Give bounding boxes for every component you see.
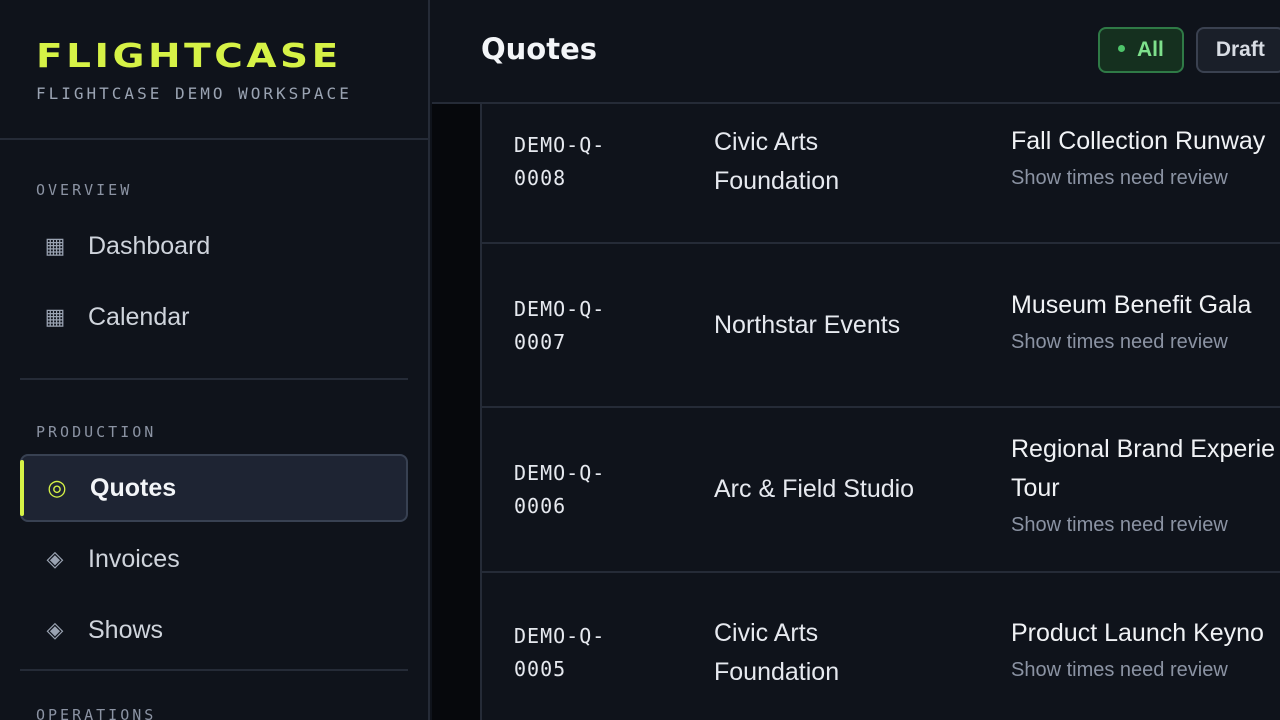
sidebar-item-shows[interactable]: ◈ Shows — [20, 596, 408, 664]
sidebar-item-label: Dashboard — [88, 231, 211, 260]
section-label-operations: OPERATIONS — [36, 706, 157, 720]
filter-label: All — [1137, 38, 1164, 61]
sidebar-item-invoices[interactable]: ◈ Invoices — [20, 525, 408, 593]
target-icon: ◎ — [47, 475, 67, 501]
diamond-icon: ◈ — [46, 546, 64, 572]
client-name-line: Foundation — [714, 658, 840, 686]
show-title[interactable]: Fall Collection Runway — [1011, 122, 1280, 161]
active-dot-icon — [1118, 44, 1125, 52]
quote-id: DEMO-Q- 0005 — [514, 620, 634, 686]
quotes-list: DEMO-Q- 0008 Civic Arts Foundation Fall … — [482, 104, 1280, 720]
nav-section-operations: OPERATIONS — [0, 671, 428, 720]
client-name: Northstar Events — [714, 306, 974, 345]
calendar-icon: ▦ — [44, 304, 66, 330]
sidebar-item-label: Quotes — [90, 473, 177, 502]
show-status-note: Show times need review — [1011, 659, 1228, 681]
page-title: Quotes — [481, 32, 598, 66]
show-cell: Fall Collection Runway Show times need r… — [1011, 122, 1280, 191]
quote-id-prefix: DEMO-Q- — [514, 297, 606, 321]
table-row[interactable]: DEMO-Q- 0006 Arc & Field Studio Regional… — [482, 408, 1280, 573]
sidebar-item-label: Calendar — [88, 302, 190, 331]
quote-id: DEMO-Q- 0007 — [514, 293, 634, 359]
brand-logo[interactable]: FLIGHTCASE — [36, 38, 428, 74]
section-label-overview: OVERVIEW — [36, 181, 133, 199]
nav-section-production: PRODUCTION ◎ Quotes ◈ Invoices ◈ Shows — [0, 380, 428, 664]
quote-id-prefix: DEMO-Q- — [514, 461, 606, 485]
table-row[interactable]: DEMO-Q- 0008 Civic Arts Foundation Fall … — [482, 104, 1280, 244]
client-name: Civic Arts Foundation — [714, 614, 974, 692]
show-cell: Product Launch Keyno Show times need rev… — [1011, 614, 1280, 683]
show-title[interactable]: Regional Brand Experie — [1011, 430, 1280, 469]
client-name-line: Civic Arts — [714, 128, 819, 156]
page-header: Quotes All Draft — [432, 0, 1280, 104]
sidebar-item-label: Invoices — [88, 544, 180, 573]
grid-icon: ▦ — [44, 233, 66, 259]
client-name-line: Arc & Field Studio — [714, 475, 915, 503]
sidebar: FLIGHTCASE FLIGHTCASE DEMO WORKSPACE OVE… — [0, 0, 430, 720]
show-status-note: Show times need review — [1011, 331, 1228, 353]
workspace-name: FLIGHTCASE DEMO WORKSPACE — [36, 84, 352, 103]
section-label-production: PRODUCTION — [36, 423, 157, 441]
table-row[interactable]: DEMO-Q- 0007 Northstar Events Museum Ben… — [482, 244, 1280, 408]
show-cell: Regional Brand Experie Tour Show times n… — [1011, 430, 1280, 538]
sidebar-item-calendar[interactable]: ▦ Calendar — [20, 283, 408, 351]
quotes-table: DEMO-Q- 0008 Civic Arts Foundation Fall … — [432, 104, 1280, 720]
quote-id: DEMO-Q- 0008 — [514, 129, 634, 195]
filter-all-button[interactable]: All — [1098, 27, 1184, 73]
app-window: FLIGHTCASE FLIGHTCASE DEMO WORKSPACE OVE… — [0, 0, 1280, 720]
quote-id-number: 0007 — [514, 330, 567, 354]
show-title-continued: Tour — [1011, 474, 1060, 502]
show-title[interactable]: Museum Benefit Gala — [1011, 286, 1280, 325]
status-filters: All Draft — [1098, 27, 1280, 73]
sidebar-item-dashboard[interactable]: ▦ Dashboard — [20, 212, 408, 280]
sidebar-item-label: Shows — [88, 615, 164, 644]
show-status-note: Show times need review — [1011, 514, 1228, 536]
quote-id-prefix: DEMO-Q- — [514, 133, 606, 157]
sidebar-item-quotes[interactable]: ◎ Quotes — [20, 454, 408, 522]
table-row[interactable]: DEMO-Q- 0005 Civic Arts Foundation Produ… — [482, 573, 1280, 720]
show-title[interactable]: Product Launch Keyno — [1011, 614, 1280, 653]
quote-id-prefix: DEMO-Q- — [514, 624, 606, 648]
diamond-icon: ◈ — [46, 617, 64, 643]
filter-label: Draft — [1215, 38, 1265, 61]
quote-id-number: 0008 — [514, 166, 567, 190]
nav-section-overview: OVERVIEW ▦ Dashboard ▦ Calendar — [0, 140, 428, 351]
client-name-line: Northstar Events — [714, 311, 901, 339]
quote-id: DEMO-Q- 0006 — [514, 457, 634, 523]
show-cell: Museum Benefit Gala Show times need revi… — [1011, 286, 1280, 355]
show-status-note: Show times need review — [1011, 167, 1228, 189]
client-name-line: Civic Arts — [714, 619, 819, 647]
brand-header: FLIGHTCASE FLIGHTCASE DEMO WORKSPACE — [0, 0, 428, 140]
table-gutter — [432, 104, 482, 720]
quote-id-number: 0006 — [514, 494, 567, 518]
quote-id-number: 0005 — [514, 657, 567, 681]
main-content: Quotes All Draft DEMO-Q- 0008 Civic Arts… — [432, 0, 1280, 720]
client-name: Arc & Field Studio — [714, 470, 974, 509]
filter-draft-button[interactable]: Draft — [1195, 27, 1280, 73]
client-name: Civic Arts Foundation — [714, 123, 974, 201]
client-name-line: Foundation — [714, 167, 840, 195]
